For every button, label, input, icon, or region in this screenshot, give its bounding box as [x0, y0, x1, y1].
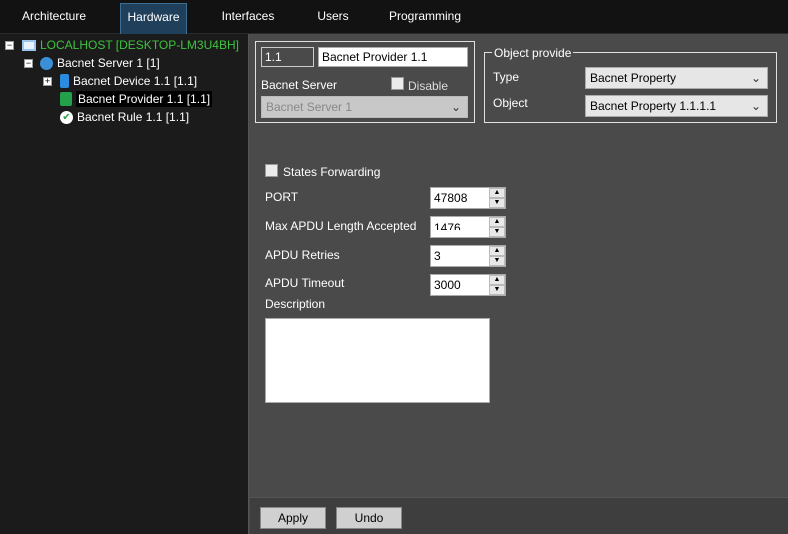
tree-label: Bacnet Device 1.1 [1.1]	[73, 74, 198, 88]
apdu-timeout-stepper[interactable]: 3000 ▲ ▼	[430, 274, 506, 296]
max-apdu-label: Max APDU Length Accepted	[265, 219, 417, 233]
device-icon	[60, 74, 69, 88]
object-label: Object	[493, 96, 528, 110]
stepper-value: 3	[434, 249, 441, 263]
tab-architecture[interactable]: Architecture	[14, 0, 94, 34]
tree-label: LOCALHOST [DESKTOP-LM3U4BH]	[40, 38, 239, 52]
object-select[interactable]: Bacnet Property 1.1.1.1 ⌄	[585, 95, 768, 117]
tree-node-device[interactable]: Bacnet Device 1.1 [1.1]	[60, 73, 197, 89]
main-tabs: Architecture Hardware Interfaces Users P…	[0, 0, 788, 34]
type-select[interactable]: Bacnet Property ⌄	[585, 67, 768, 89]
tree-label: Bacnet Server 1 [1]	[57, 56, 160, 70]
bacnet-server-select[interactable]: Bacnet Server 1 ⌄	[261, 96, 468, 118]
bacnet-server-label: Bacnet Server	[261, 78, 338, 92]
tab-users[interactable]: Users	[305, 0, 361, 34]
action-bar: Apply Undo	[250, 497, 788, 534]
stepper-value: 47808	[434, 191, 468, 205]
tree-label: Bacnet Rule 1.1 [1.1]	[77, 110, 190, 124]
spin-down-icon[interactable]: ▼	[489, 227, 505, 237]
tree-node-localhost[interactable]: LOCALHOST [DESKTOP-LM3U4BH]	[22, 37, 239, 53]
states-forwarding-label: States Forwarding	[283, 165, 381, 179]
expand-icon[interactable]: +	[43, 77, 52, 86]
tab-interfaces[interactable]: Interfaces	[212, 0, 284, 34]
id-field[interactable]: 1.1	[261, 47, 314, 67]
tab-programming[interactable]: Programming	[385, 0, 465, 34]
object-provide-title: Object provide	[492, 46, 574, 60]
description-label: Description	[265, 297, 326, 311]
chevron-down-icon: ⌄	[750, 99, 761, 113]
apdu-timeout-label: APDU Timeout	[265, 276, 345, 290]
spin-up-icon[interactable]: ▲	[489, 188, 505, 198]
disable-label: Disable	[408, 79, 449, 93]
apply-button[interactable]: Apply	[260, 507, 326, 529]
tree-node-provider[interactable]: Bacnet Provider 1.1 [1.1]	[60, 91, 213, 107]
collapse-icon[interactable]: −	[5, 41, 14, 50]
tree-node-server[interactable]: Bacnet Server 1 [1]	[40, 55, 160, 71]
max-apdu-stepper[interactable]: 1476 ▲ ▼	[430, 216, 506, 238]
check-circle-icon: ✔	[60, 110, 73, 124]
chevron-down-icon: ⌄	[750, 71, 761, 85]
tree-label: Bacnet Provider 1.1 [1.1]	[76, 91, 213, 107]
type-label: Type	[493, 70, 520, 84]
select-value: Bacnet Property	[590, 71, 677, 85]
computer-icon	[22, 39, 36, 51]
undo-button[interactable]: Undo	[336, 507, 402, 529]
disable-checkbox[interactable]	[391, 77, 404, 90]
stepper-text: 1476	[434, 223, 461, 230]
spin-down-icon[interactable]: ▼	[489, 285, 505, 295]
spin-up-icon[interactable]: ▲	[489, 275, 505, 285]
spin-up-icon[interactable]: ▲	[489, 217, 505, 227]
apdu-retries-label: APDU Retries	[265, 248, 340, 262]
port-label: PORT	[265, 190, 299, 204]
chevron-down-icon: ⌄	[450, 100, 461, 114]
tab-hardware[interactable]: Hardware	[120, 3, 187, 34]
apdu-retries-stepper[interactable]: 3 ▲ ▼	[430, 245, 506, 267]
stepper-value: 3000	[434, 278, 461, 292]
hardware-tree: − LOCALHOST [DESKTOP-LM3U4BH] − Bacnet S…	[0, 34, 249, 534]
tree-node-rule[interactable]: ✔ Bacnet Rule 1.1 [1.1]	[60, 109, 189, 125]
description-textarea[interactable]	[265, 318, 490, 403]
provider-icon	[60, 92, 72, 106]
spin-down-icon[interactable]: ▼	[489, 198, 505, 208]
collapse-icon[interactable]: −	[24, 59, 33, 68]
port-stepper[interactable]: 47808 ▲ ▼	[430, 187, 506, 209]
states-forwarding-checkbox[interactable]	[265, 164, 278, 177]
name-field[interactable]: Bacnet Provider 1.1	[318, 47, 468, 67]
spin-up-icon[interactable]: ▲	[489, 246, 505, 256]
select-value: Bacnet Server 1	[266, 100, 353, 114]
select-value: Bacnet Property 1.1.1.1	[590, 99, 717, 113]
server-globe-icon	[40, 56, 53, 70]
stepper-value: 1476	[434, 223, 488, 230]
spin-down-icon[interactable]: ▼	[489, 256, 505, 266]
